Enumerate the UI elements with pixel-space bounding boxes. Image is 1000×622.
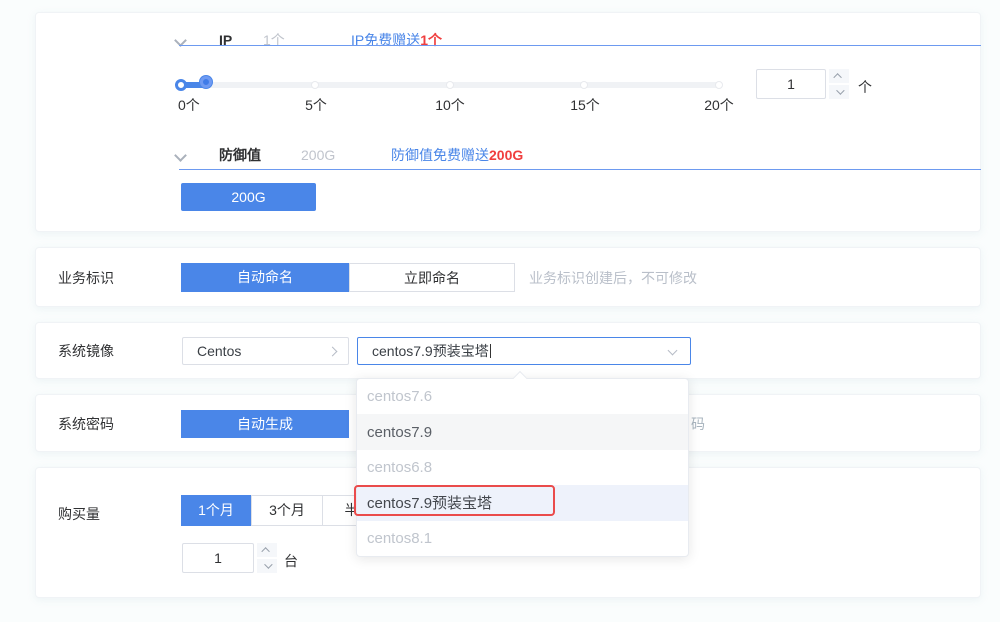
image-version-value: centos7.9预装宝塔 xyxy=(372,343,489,359)
ip-quantity-input[interactable] xyxy=(756,69,826,99)
image-version-select[interactable]: centos7.9预装宝塔 xyxy=(357,337,691,365)
purchase-label: 购买量 xyxy=(58,504,100,524)
duration-3month-button[interactable]: 3个月 xyxy=(251,495,323,526)
ip-slider-tick-10[interactable] xyxy=(446,81,454,89)
defense-current-value: 200G xyxy=(301,143,335,167)
defense-section-header: 防御值 200G 防御值免费赠送200G xyxy=(36,143,980,167)
password-hint-tail: 码 xyxy=(691,395,705,453)
ip-section-title: IP xyxy=(219,28,232,52)
chevron-down-icon[interactable] xyxy=(174,149,187,162)
purchase-quantity-unit: 台 xyxy=(284,551,298,571)
ip-slider-tick-5[interactable] xyxy=(311,81,319,89)
ip-slider-tick-15[interactable] xyxy=(580,81,588,89)
ip-section-divider xyxy=(179,45,981,46)
caret-up-icon xyxy=(833,73,841,81)
caret-down-icon xyxy=(264,560,272,568)
stepper-up-button[interactable] xyxy=(257,543,277,557)
image-family-select[interactable]: Centos xyxy=(182,337,349,365)
slider-label-0: 0个 xyxy=(178,95,200,115)
ip-slider-tick-20[interactable] xyxy=(715,81,723,89)
stepper-down-button[interactable] xyxy=(829,85,849,99)
config-card-ip-defense: IP 1个 IP免费赠送1个 0个 5个 10个 15个 20个 个 防御值 2… xyxy=(35,12,981,232)
slider-label-15: 15个 xyxy=(570,95,600,115)
business-id-card: 业务标识 自动命名 立即命名 业务标识创建后，不可修改 xyxy=(35,247,981,307)
image-family-value: Centos xyxy=(197,343,241,359)
image-version-dropdown: centos7.6 centos7.9 centos6.8 centos7.9预… xyxy=(356,378,689,557)
system-password-label: 系统密码 xyxy=(58,395,114,453)
name-now-button[interactable]: 立即命名 xyxy=(349,263,515,292)
ip-slider-handle[interactable] xyxy=(200,76,212,88)
business-id-label: 业务标识 xyxy=(58,248,114,308)
auto-name-button[interactable]: 自动命名 xyxy=(181,263,349,292)
slider-label-5: 5个 xyxy=(305,95,327,115)
slider-label-20: 20个 xyxy=(704,95,734,115)
caret-up-icon xyxy=(261,547,269,555)
dropdown-option-centos6-8[interactable]: centos6.8 xyxy=(357,450,688,485)
defense-promo-text: 防御值免费赠送200G xyxy=(391,143,523,167)
defense-section-divider xyxy=(179,169,981,170)
ip-quantity-stepper xyxy=(829,69,849,99)
purchase-quantity-input[interactable] xyxy=(182,543,254,573)
system-image-card: 系统镜像 Centos centos7.9预装宝塔 xyxy=(35,322,981,379)
dropdown-option-centos8-1[interactable]: centos8.1 xyxy=(357,521,688,556)
ip-section-header: IP 1个 IP免费赠送1个 xyxy=(36,28,980,52)
caret-down-icon xyxy=(836,86,844,94)
ip-current-value: 1个 xyxy=(263,28,285,52)
text-cursor xyxy=(490,344,491,358)
red-annotation-box xyxy=(354,485,555,516)
dropdown-option-centos7-9[interactable]: centos7.9 xyxy=(357,414,688,449)
defense-200g-button[interactable]: 200G xyxy=(181,183,316,211)
chevron-right-icon xyxy=(328,347,338,357)
defense-section-title: 防御值 xyxy=(219,143,261,167)
stepper-up-button[interactable] xyxy=(829,69,849,83)
business-id-toggle-group: 自动命名 立即命名 xyxy=(181,263,515,292)
business-id-note: 业务标识创建后，不可修改 xyxy=(529,248,697,308)
ip-quantity-unit: 个 xyxy=(858,77,872,97)
slider-label-10: 10个 xyxy=(435,95,465,115)
duration-1month-button[interactable]: 1个月 xyxy=(181,495,251,526)
purchase-quantity-stepper xyxy=(257,543,277,573)
stepper-down-button[interactable] xyxy=(257,559,277,573)
auto-generate-button[interactable]: 自动生成 xyxy=(181,410,349,438)
chevron-down-icon xyxy=(668,346,678,356)
dropdown-option-centos7-6[interactable]: centos7.6 xyxy=(357,379,688,414)
ip-promo-text: IP免费赠送1个 xyxy=(351,28,442,52)
ip-slider-origin-knob[interactable] xyxy=(175,79,187,91)
system-image-label: 系统镜像 xyxy=(58,323,114,380)
